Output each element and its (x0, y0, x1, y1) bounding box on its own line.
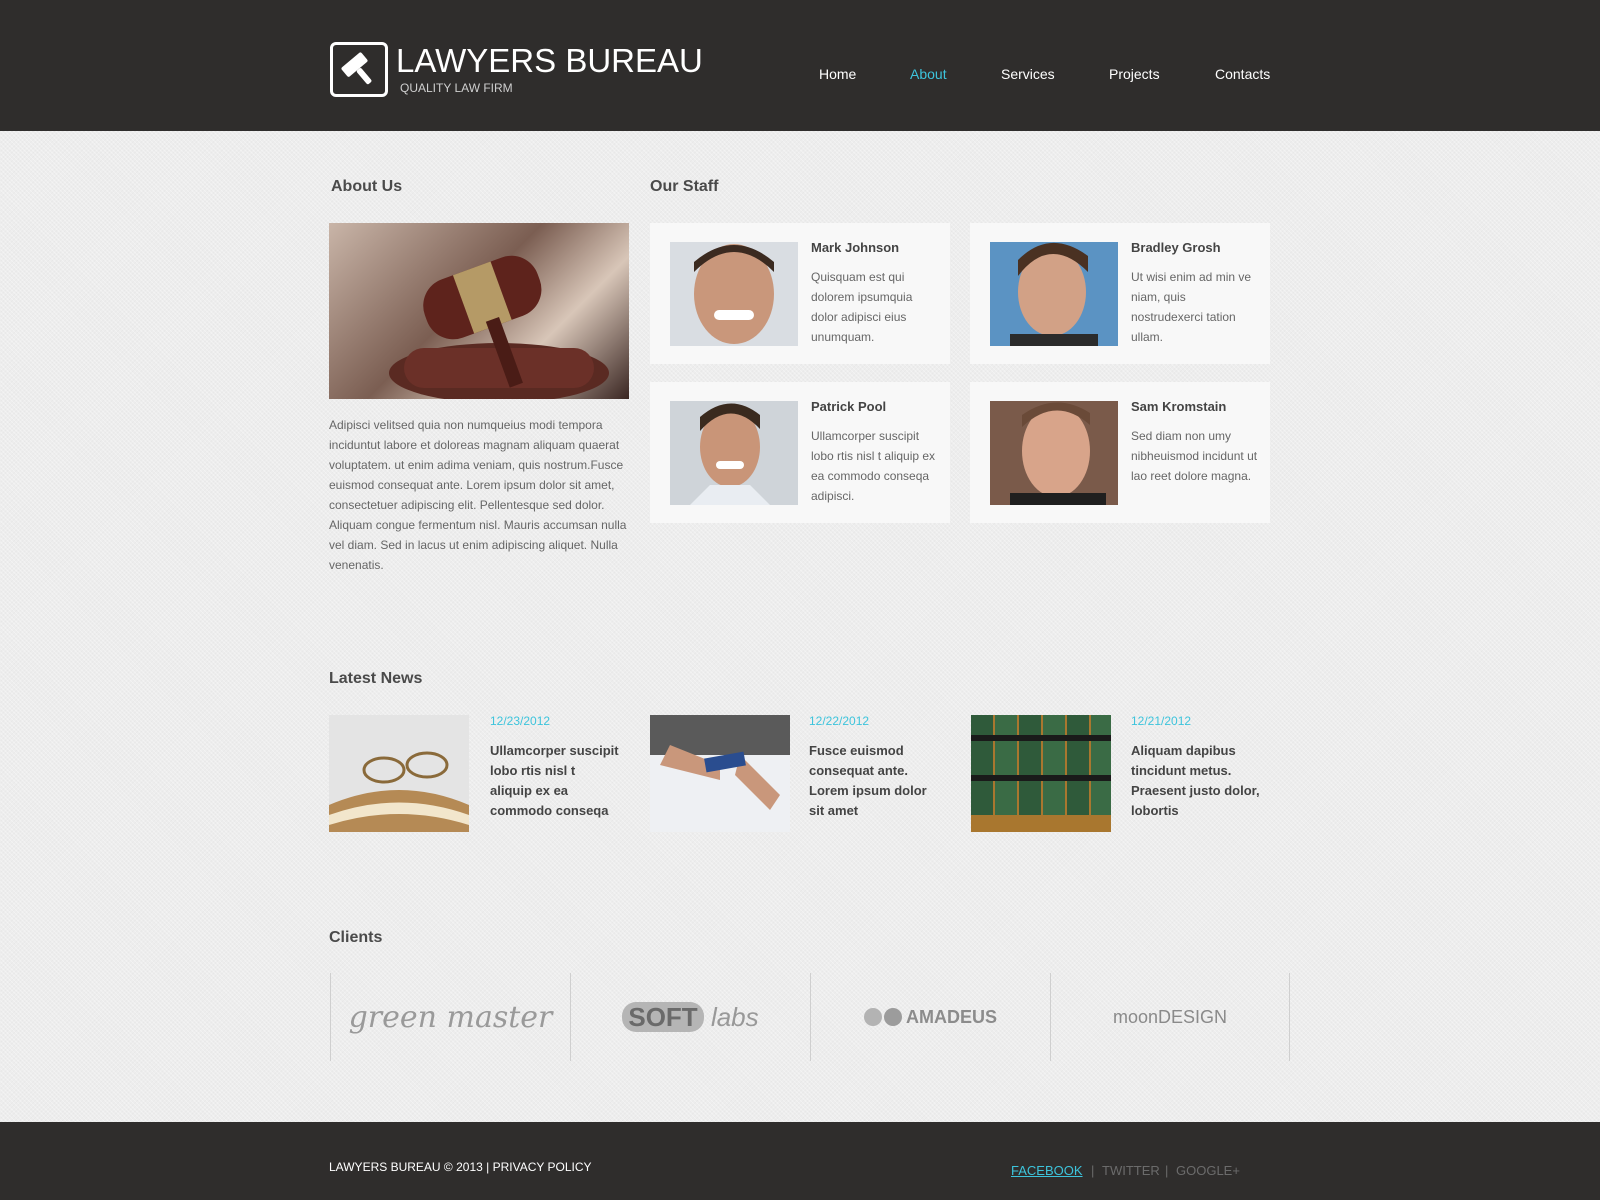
staff-name: Bradley Grosh (1131, 240, 1221, 255)
staff-desc: Ullamcorper suscipit lobo rtis nisl t al… (811, 429, 936, 503)
google-plus-link[interactable]: GOOGLE+ (1176, 1163, 1240, 1178)
about-text: Adipisci velitsed quia non numqueius mod… (329, 418, 627, 572)
footer-copyright[interactable]: LAWYERS BUREAU © 2013 | PRIVACY POLICY (329, 1160, 592, 1174)
client-logo-green-master[interactable]: green master (330, 973, 570, 1061)
news-image-signing[interactable] (650, 715, 790, 832)
staff-card[interactable]: Mark Johnson Quisquam est qui dolorem ip… (650, 223, 950, 364)
soft-text: SOFT (622, 1001, 704, 1032)
footer-separator: | (1091, 1163, 1095, 1178)
staff-card[interactable]: Patrick Pool Ullamcorper suscipit lobo r… (650, 382, 950, 523)
news-date: 12/23/2012 (490, 714, 551, 728)
staff-card[interactable]: Sam Kromstain Sed diam non umy nibheuism… (970, 382, 1270, 523)
staff-name: Patrick Pool (811, 399, 887, 414)
clients-heading: Clients (329, 929, 383, 946)
amadeus-text: AMADEUS (905, 1006, 997, 1027)
nav-projects[interactable]: Projects (1109, 66, 1160, 82)
nav-contacts[interactable]: Contacts (1215, 66, 1270, 82)
client-logo-soft-labs[interactable]: SOFT labs (570, 973, 810, 1061)
site-footer: LAWYERS BUREAU © 2013 | PRIVACY POLICY F… (0, 1122, 1600, 1200)
client-logo-amadeus[interactable]: AMADEUS (810, 973, 1050, 1061)
nav-about[interactable]: About (910, 66, 947, 82)
labs-text: labs (710, 1001, 759, 1032)
client-logo-text: green master (348, 999, 553, 1035)
main-nav: Home About Services Projects Contacts (0, 66, 1600, 86)
site-header: LAWYERS BUREAU QUALITY LAW FIRM Home Abo… (0, 0, 1600, 131)
about-image-gavel (329, 223, 629, 399)
staff-name: Sam Kromstain (1131, 399, 1227, 414)
staff-heading: Our Staff (650, 178, 719, 195)
news-image-law-books[interactable] (971, 715, 1111, 832)
client-logo-moon-design[interactable]: moonDESIGN (1050, 973, 1290, 1061)
news-heading: Latest News (329, 670, 423, 687)
staff-photo-bradley-grosh (990, 242, 1118, 346)
facebook-link[interactable]: FACEBOOK (1011, 1163, 1083, 1178)
client-logo-text: AMADEUS (863, 1006, 997, 1028)
staff-card[interactable]: Bradley Grosh Ut wisi enim ad min ve nia… (970, 223, 1270, 364)
client-logo-text: SOFT labs (622, 1001, 759, 1033)
news-title[interactable]: Ullamcorper suscipit lobo rtis nisl t al… (490, 741, 620, 821)
nav-home[interactable]: Home (819, 66, 856, 82)
news-image-glasses[interactable] (329, 715, 469, 832)
about-heading: About Us (331, 178, 403, 195)
twitter-link[interactable]: TWITTER (1102, 1163, 1160, 1178)
news-date: 12/22/2012 (809, 714, 870, 728)
clients-strip: green master SOFT labs AMADEUS moonDESIG… (330, 973, 1290, 1061)
staff-desc: Ut wisi enim ad min ve niam, quis nostru… (1131, 270, 1252, 344)
news-date: 12/21/2012 (1131, 714, 1192, 728)
staff-desc: Sed diam non umy nibheuismod incidunt ut… (1131, 429, 1258, 483)
staff-name: Mark Johnson (811, 240, 900, 255)
staff-photo-mark-johnson (670, 242, 798, 346)
staff-photo-sam-kromstain (990, 401, 1118, 505)
client-logo-text: moonDESIGN (1112, 1006, 1228, 1027)
news-title[interactable]: Aliquam dapibus tincidunt metus. Praesen… (1131, 741, 1261, 821)
footer-separator: | (1165, 1163, 1169, 1178)
nav-services[interactable]: Services (1001, 66, 1055, 82)
staff-desc: Quisquam est qui dolorem ipsumquia dolor… (811, 270, 913, 344)
news-title[interactable]: Fusce euismod consequat ante. Lorem ipsu… (809, 741, 939, 821)
staff-photo-patrick-pool (670, 401, 798, 505)
